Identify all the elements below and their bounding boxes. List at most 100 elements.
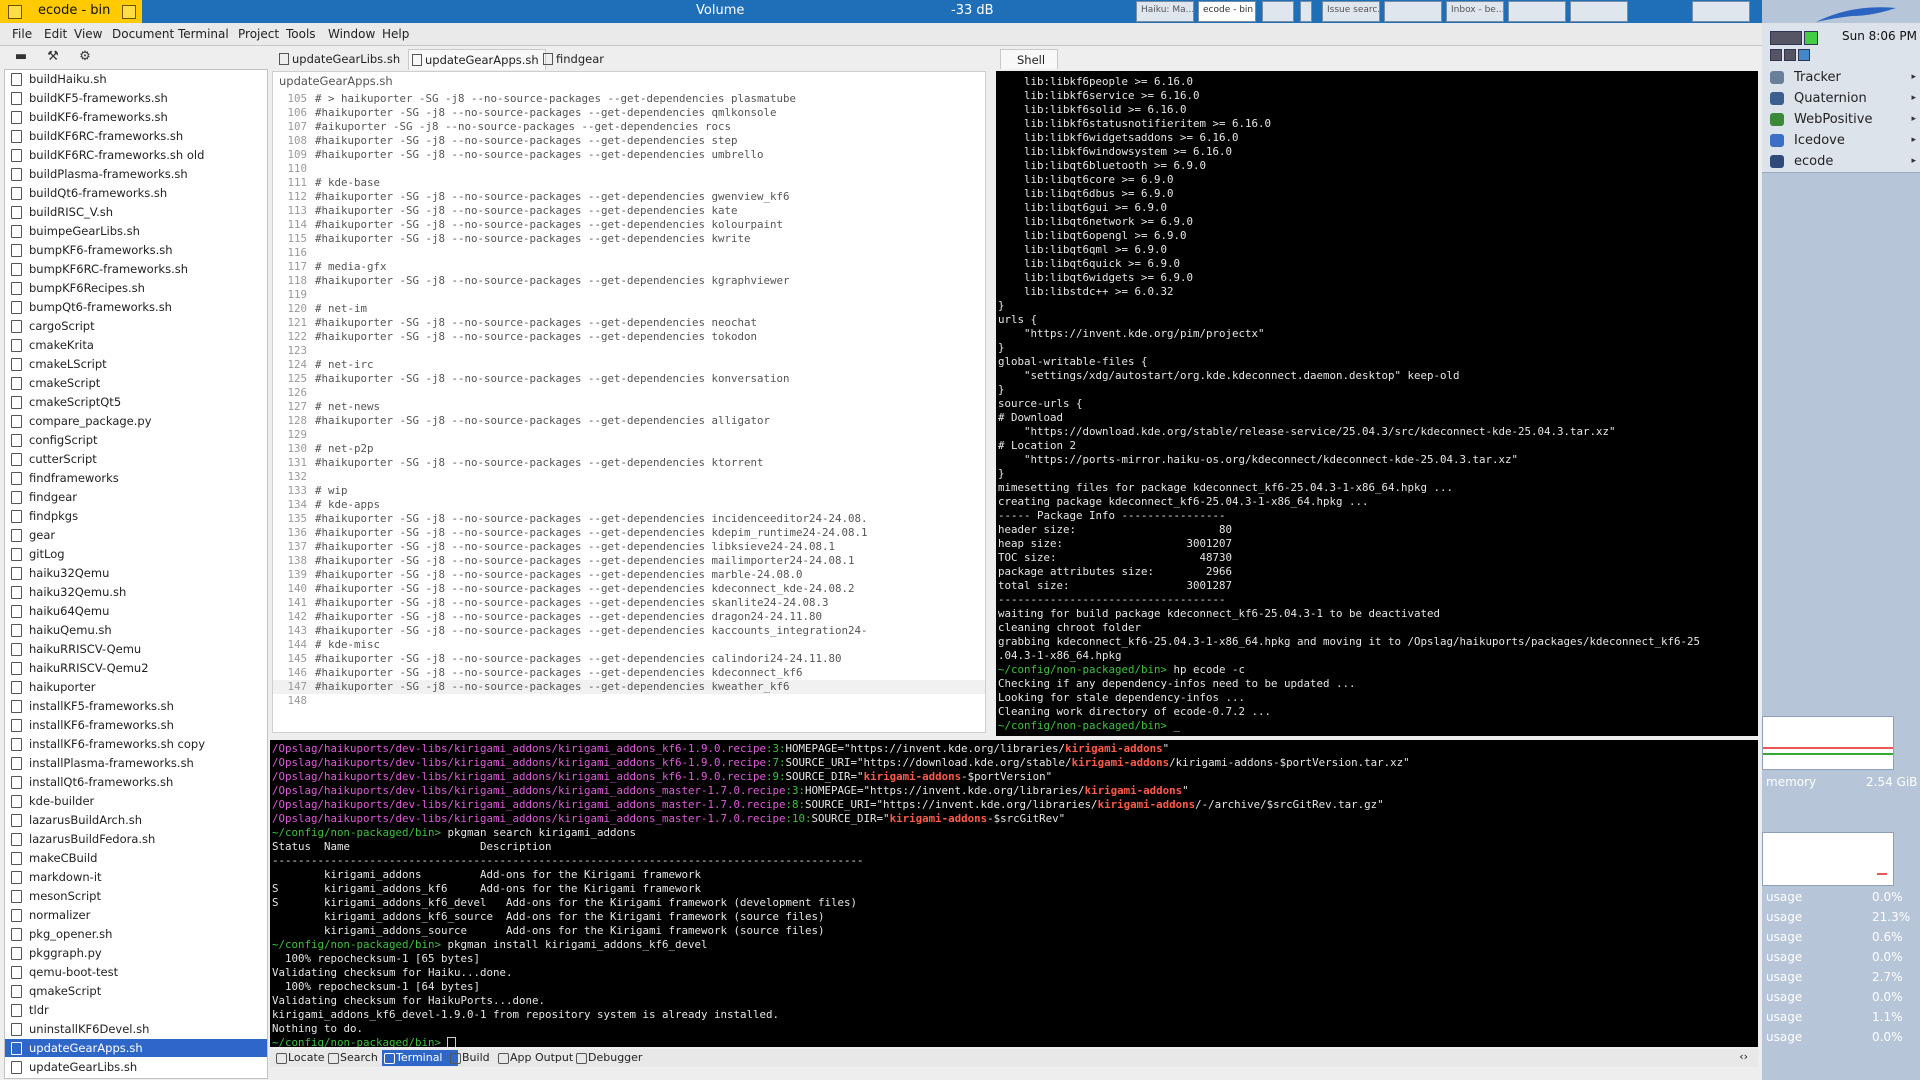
terminal-cursor[interactable] xyxy=(447,1036,457,1047)
taskbar-button[interactable]: Haiku: Ma... xyxy=(1136,1,1194,22)
list-item[interactable]: cutterScript xyxy=(5,450,267,468)
list-item[interactable]: bumpKF6-frameworks.sh xyxy=(5,241,267,259)
network-icon[interactable] xyxy=(1770,49,1782,61)
clock[interactable]: Sun 8:06 PM xyxy=(1842,29,1917,43)
close-window-button[interactable] xyxy=(8,5,22,19)
list-item[interactable]: updateGearLibs.sh xyxy=(5,1058,267,1076)
list-item[interactable]: buildPlasma-frameworks.sh xyxy=(5,165,267,183)
list-item[interactable]: haikuRRISCV-Qemu2 xyxy=(5,659,267,677)
list-item[interactable]: pkg_opener.sh xyxy=(5,925,267,943)
code-editor[interactable]: updateGearApps.sh 105 # > haikuporter -SG… xyxy=(272,71,986,733)
list-item[interactable]: gitLog xyxy=(5,545,267,563)
list-item[interactable]: buildKF6RC-frameworks.sh old xyxy=(5,146,267,164)
bottom-terminal[interactable]: /Opslag/haikuports/dev-libs/kirigami_add… xyxy=(270,740,1758,1047)
list-item[interactable]: configScript xyxy=(5,431,267,449)
list-item[interactable]: cmakeScript xyxy=(5,374,267,392)
tab-app-output[interactable]: App Output xyxy=(496,1050,584,1066)
deskbar-item-quaternion[interactable]: Quaternion ▸ xyxy=(1762,88,1920,110)
folder-icon[interactable]: ▬ xyxy=(14,50,28,64)
deskbar-item-ecode[interactable]: ecode ▸ xyxy=(1762,151,1920,173)
battery-icon[interactable] xyxy=(1804,31,1818,45)
list-item[interactable]: installQt6-frameworks.sh xyxy=(5,773,267,791)
list-item[interactable]: lazarusBuildFedora.sh xyxy=(5,830,267,848)
list-item[interactable]: haiku32Qemu.sh xyxy=(5,583,267,601)
panel-toggle-icon[interactable]: ‹› xyxy=(1739,1050,1748,1063)
list-item[interactable]: findgear xyxy=(5,488,267,506)
window-title-tab[interactable]: ecode - bin xyxy=(0,0,142,23)
list-item[interactable]: haikuQemu.sh xyxy=(5,621,267,639)
list-item[interactable]: buildKF5-frameworks.sh xyxy=(5,89,267,107)
list-item[interactable]: qmakeScript xyxy=(5,982,267,1000)
list-item[interactable]: buimpeGearLibs.sh xyxy=(5,222,267,240)
list-item[interactable]: cargoScript xyxy=(5,317,267,335)
list-item[interactable]: bumpKF6Recipes.sh xyxy=(5,279,267,297)
deskbar-item-webpositive[interactable]: WebPositive ▸ xyxy=(1762,109,1920,131)
shell-terminal[interactable]: lib:libkf6people >= 6.16.0 lib:libkf6ser… xyxy=(996,71,1758,736)
list-item[interactable]: normalizer xyxy=(5,906,267,924)
list-item[interactable]: lazarusBuildArch.sh xyxy=(5,811,267,829)
menu-view[interactable]: View xyxy=(74,27,102,41)
tab-debugger[interactable]: Debugger xyxy=(574,1050,652,1066)
list-item[interactable]: buildRISC_V.sh xyxy=(5,203,267,221)
list-item[interactable]: bumpQt6-frameworks.sh xyxy=(5,298,267,316)
tab-findgear[interactable]: findgear xyxy=(540,49,626,69)
taskbar-button[interactable] xyxy=(1508,1,1566,22)
list-item[interactable]: cmakeKrita xyxy=(5,336,267,354)
list-item[interactable]: installKF5-frameworks.sh xyxy=(5,697,267,715)
list-item[interactable]: kde-builder xyxy=(5,792,267,810)
monitor-icon[interactable] xyxy=(1770,31,1802,45)
list-item[interactable]: mesonScript xyxy=(5,887,267,905)
taskbar-button[interactable] xyxy=(1384,1,1442,22)
list-item[interactable]: buildKF6-frameworks.sh xyxy=(5,108,267,126)
list-item[interactable]: haikuporter xyxy=(5,678,267,696)
taskbar-button[interactable] xyxy=(1570,1,1628,22)
menu-document[interactable]: Document xyxy=(112,27,174,41)
menu-file[interactable]: File xyxy=(12,27,32,41)
list-item[interactable]: installPlasma-frameworks.sh xyxy=(5,754,267,772)
zoom-window-button[interactable] xyxy=(122,5,136,19)
update-icon[interactable] xyxy=(1798,49,1810,61)
list-item[interactable]: buildKF6RC-frameworks.sh xyxy=(5,127,267,145)
list-item[interactable]: qemu-boot-test xyxy=(5,963,267,981)
list-item[interactable]: bumpKF6RC-frameworks.sh xyxy=(5,260,267,278)
system-icon[interactable] xyxy=(1784,49,1796,61)
list-item[interactable]: buildQt6-frameworks.sh xyxy=(5,184,267,202)
tab-updategearlibs[interactable]: updateGearLibs.sh xyxy=(276,49,414,69)
list-item[interactable]: pkggraph.py xyxy=(5,944,267,962)
list-item[interactable]: gear xyxy=(5,526,267,544)
list-item[interactable]: installKF6-frameworks.sh copy xyxy=(5,735,267,753)
list-item[interactable]: makeCBuild xyxy=(5,849,267,867)
menu-terminal[interactable]: Terminal xyxy=(178,27,229,41)
taskbar-button[interactable]: Issue searc... xyxy=(1322,1,1380,22)
gear-icon[interactable]: ⚙ xyxy=(78,50,92,64)
list-item[interactable]: markdown-it xyxy=(5,868,267,886)
list-item[interactable]: buildHaiku.sh xyxy=(5,70,267,88)
list-item[interactable]: installKF6-frameworks.sh xyxy=(5,716,267,734)
menu-tools[interactable]: Tools xyxy=(286,27,316,41)
list-item[interactable]: findpkgs xyxy=(5,507,267,525)
list-item[interactable]: tldr xyxy=(5,1001,267,1019)
taskbar-button[interactable] xyxy=(1300,1,1312,22)
list-item[interactable]: compare_package.py xyxy=(5,412,267,430)
list-item[interactable]: haiku32Qemu xyxy=(5,564,267,582)
project-file-list[interactable]: buildHaiku.sh buildKF5-frameworks.sh build… xyxy=(4,69,268,1079)
menu-window[interactable]: Window xyxy=(328,27,375,41)
list-item[interactable]: findframeworks xyxy=(5,469,267,487)
deskbar-item-tracker[interactable]: Tracker ▸ xyxy=(1762,67,1920,89)
list-item[interactable]: updateGearApps.sh xyxy=(5,1039,267,1057)
taskbar-button[interactable] xyxy=(1692,1,1750,22)
tab-terminal[interactable]: Terminal xyxy=(382,1050,458,1066)
taskbar-button[interactable]: Inbox - be... xyxy=(1446,1,1504,22)
tab-updategearapps[interactable]: updateGearApps.sh xyxy=(408,49,546,70)
taskbar-button[interactable] xyxy=(1262,1,1294,22)
list-item[interactable]: cmakeScriptQt5 xyxy=(5,393,267,411)
taskbar-button[interactable]: ecode - bin xyxy=(1198,1,1256,22)
deskbar-item-icedove[interactable]: Icedove ▸ xyxy=(1762,130,1920,152)
list-item[interactable]: cmakeLScript xyxy=(5,355,267,373)
list-item[interactable]: haiku64Qemu xyxy=(5,602,267,620)
menu-project[interactable]: Project xyxy=(238,27,279,41)
list-item[interactable]: uninstallKF6Devel.sh xyxy=(5,1020,267,1038)
menu-edit[interactable]: Edit xyxy=(44,27,67,41)
list-item[interactable]: haikuRRISCV-Qemu xyxy=(5,640,267,658)
tab-shell[interactable]: Shell xyxy=(1000,49,1058,69)
